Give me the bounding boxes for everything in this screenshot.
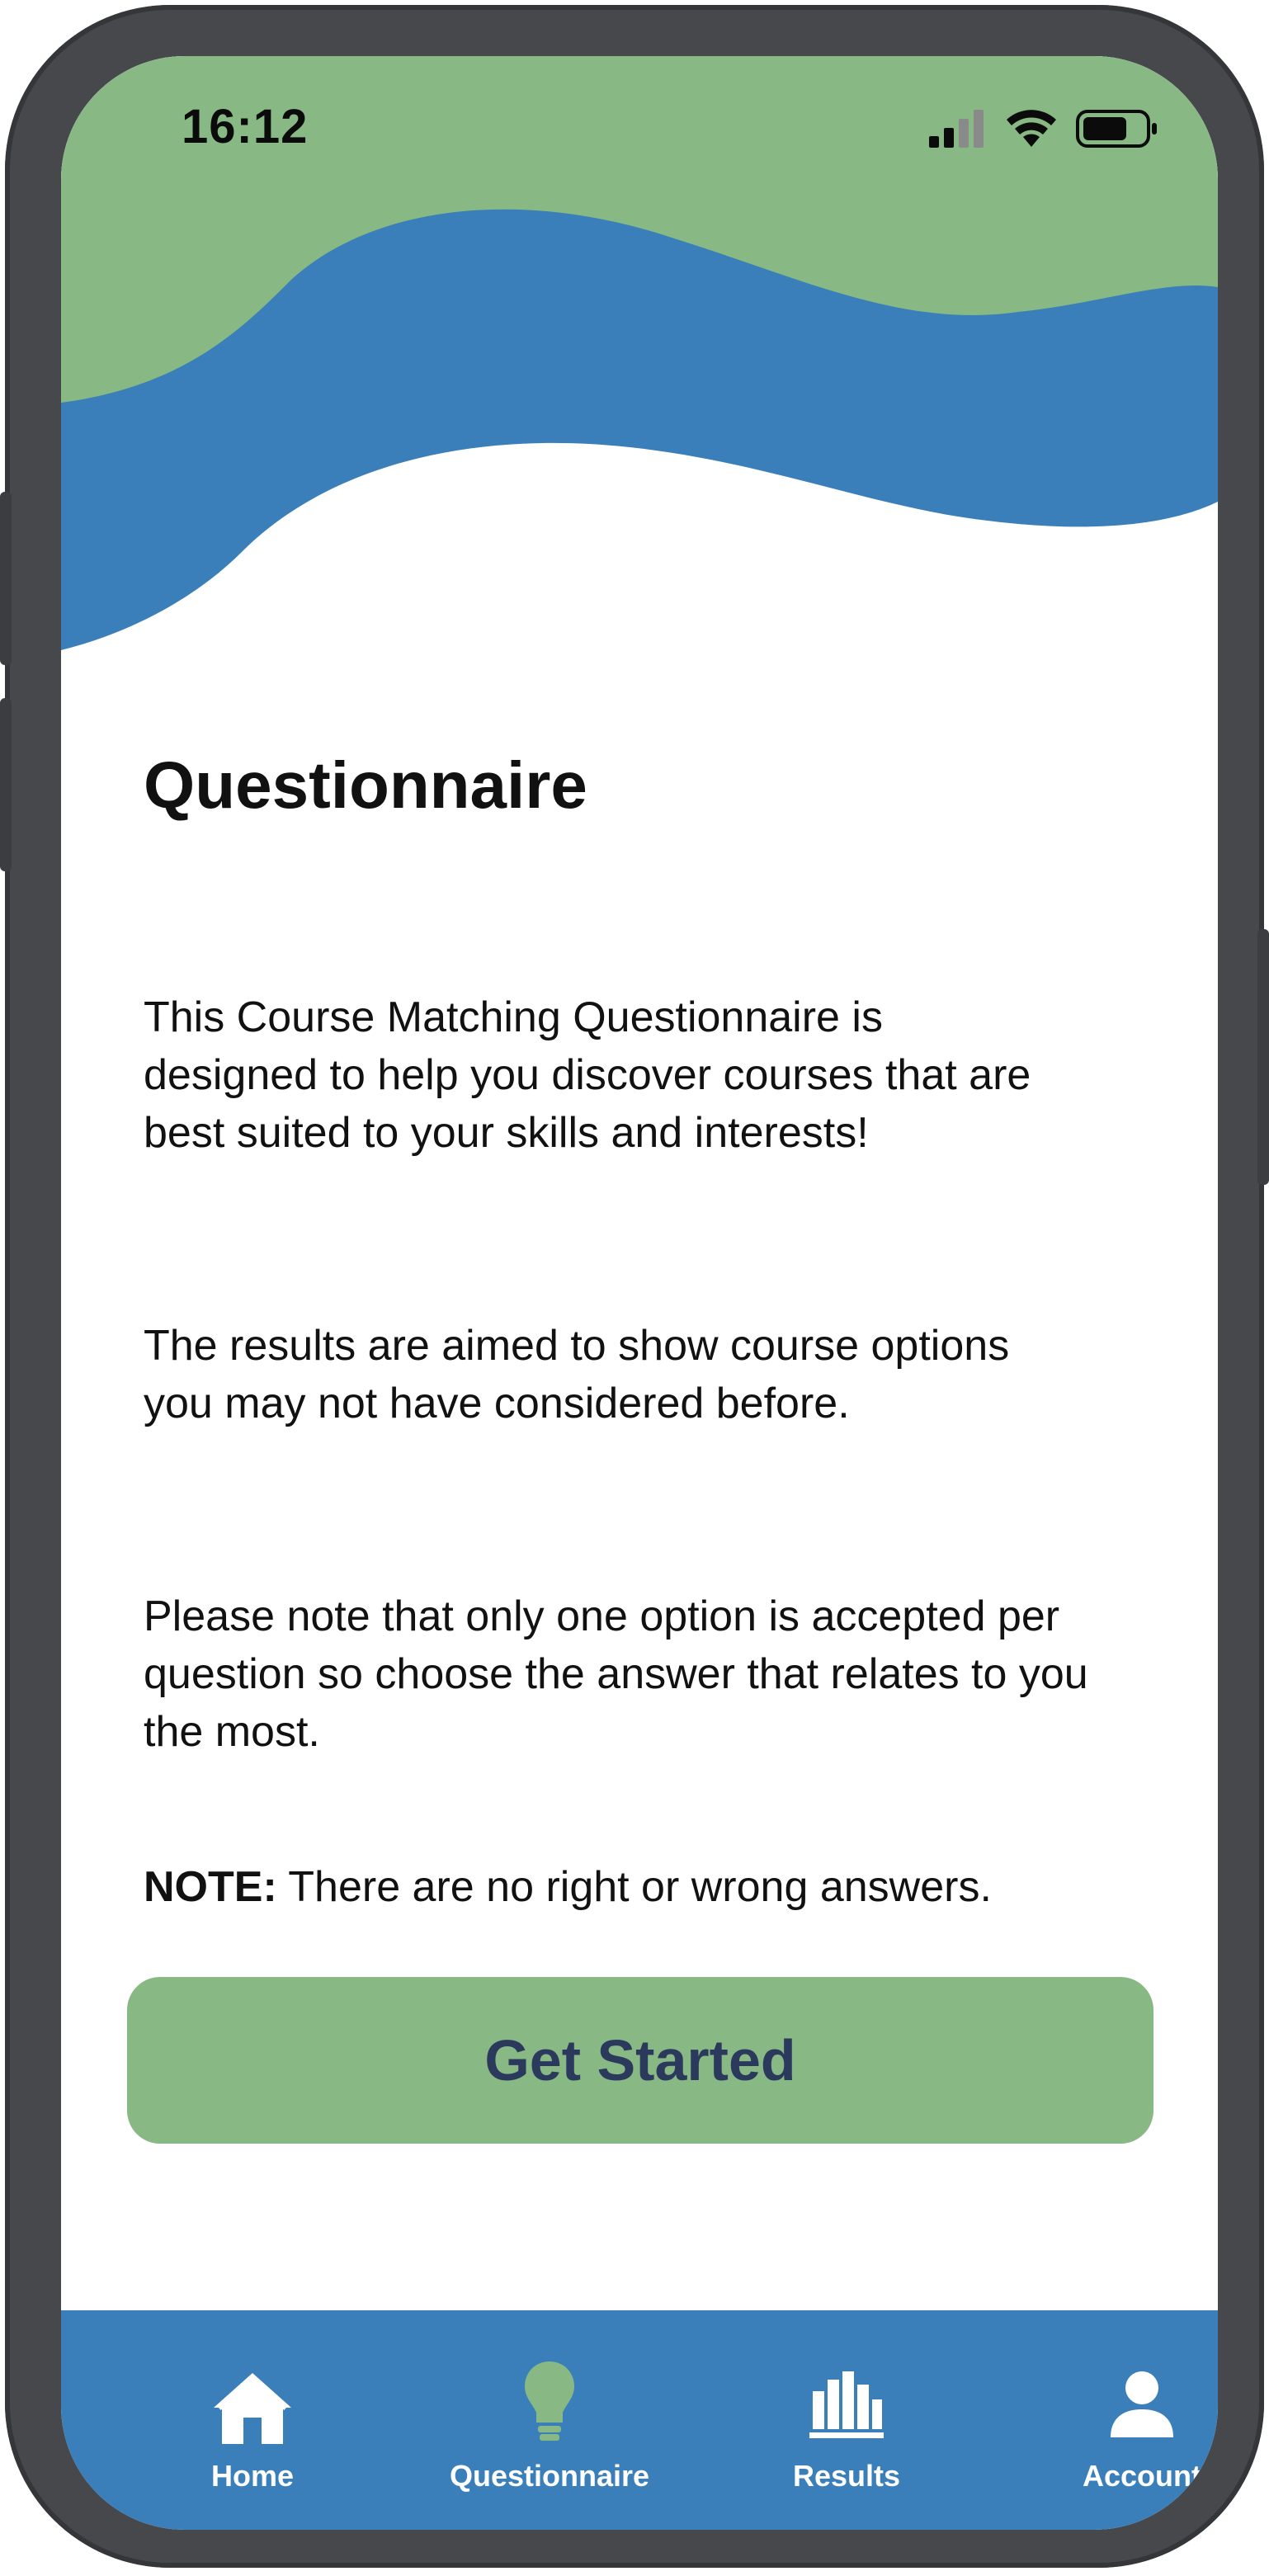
status-icons <box>929 107 1158 150</box>
phone-frame: 16:12 Questionnaire This Course Matching… <box>0 5 1269 2568</box>
status-bar: 16:12 <box>61 56 1218 188</box>
tab-questionnaire-label: Questionnaire <box>449 2459 650 2493</box>
tab-account-label: Account <box>1083 2459 1201 2493</box>
note-text: There are no right or wrong answers. <box>276 1863 992 1911</box>
get-started-label: Get Started <box>484 2028 796 2092</box>
phone-side-button-right <box>1257 929 1269 1185</box>
tab-account[interactable]: Account <box>1018 2310 1218 2530</box>
tab-home-label: Home <box>210 2459 295 2493</box>
tab-home[interactable]: Home <box>129 2310 376 2530</box>
bar-chart-icon <box>809 2371 884 2438</box>
house-icon <box>214 2373 291 2444</box>
results-paragraph: The results are aimed to show course opt… <box>144 1322 1010 1427</box>
note-paragraph: NOTE: There are no right or wrong answer… <box>144 1858 1150 1916</box>
tab-questionnaire[interactable]: Questionnaire <box>426 2310 673 2530</box>
person-icon <box>1111 2371 1173 2437</box>
page-title: Questionnaire <box>144 748 587 822</box>
wifi-icon <box>1007 110 1056 147</box>
tab-results-label: Results <box>792 2459 901 2493</box>
tab-results[interactable]: Results <box>723 2310 970 2530</box>
note-label: NOTE: <box>144 1863 277 1911</box>
battery-icon <box>1076 110 1157 148</box>
lightbulb-icon <box>525 2361 574 2441</box>
app-screen: 16:12 Questionnaire This Course Matching… <box>61 56 1218 2530</box>
phone-side-button-left-top <box>0 492 12 665</box>
questionnaire-intro: Questionnaire This Course Matching Quest… <box>144 748 1150 1912</box>
instructions-paragraph: Please note that only one option is acce… <box>144 1592 1088 1756</box>
cellular-signal-icon <box>929 110 984 148</box>
status-time: 16:12 <box>182 100 309 153</box>
get-started-button[interactable]: Get Started <box>127 1977 1153 2144</box>
phone-side-button-left-bottom <box>0 698 12 871</box>
intro-paragraph: This Course Matching Questionnaire is de… <box>144 993 1031 1157</box>
bottom-tab-bar: Home Questionnaire Results Account <box>61 2310 1218 2530</box>
